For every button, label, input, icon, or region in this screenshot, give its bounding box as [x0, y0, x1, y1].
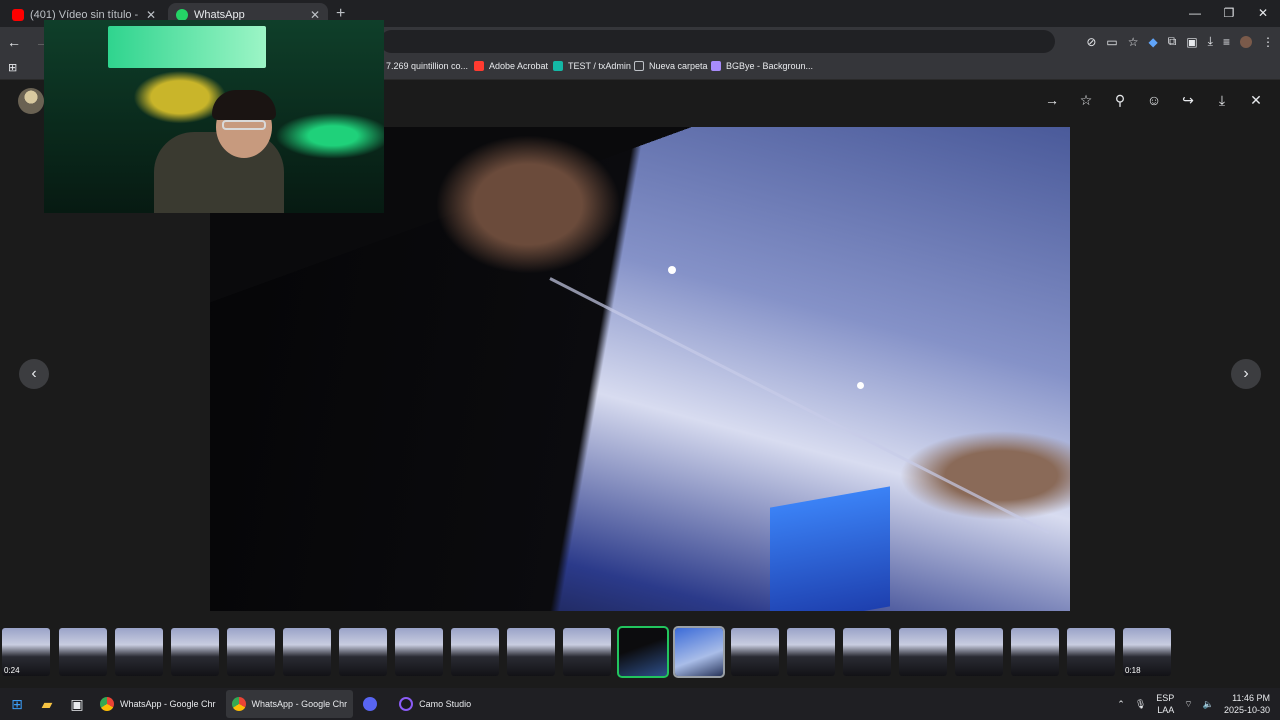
bookmark-star-icon[interactable]: ☆: [1128, 35, 1139, 49]
viewer-actions: → ☆ ⚲ ☺ ↪ ⤓ ✕: [1042, 92, 1266, 109]
next-media-button[interactable]: ›: [1231, 359, 1261, 389]
webcam-overlay: [44, 20, 384, 213]
wifi-icon[interactable]: ⌔: [1184, 699, 1192, 710]
tracking-protection-icon[interactable]: ⊘: [1086, 35, 1096, 49]
acrobat-icon: [474, 61, 484, 71]
profile-avatar[interactable]: [1240, 35, 1252, 48]
bookmark-item[interactable]: Nueva carpeta: [634, 61, 708, 71]
thumbnail[interactable]: [115, 628, 163, 676]
thumbnail[interactable]: [395, 628, 443, 676]
window-controls: — ❐ ✕: [1178, 0, 1280, 27]
thumbnail[interactable]: 0:24: [2, 628, 50, 676]
txadmin-icon: [553, 61, 563, 71]
address-bar[interactable]: [380, 30, 1055, 53]
thumbnail-selected[interactable]: [617, 626, 669, 678]
forward-icon[interactable]: ↪: [1178, 92, 1198, 109]
thumbnail[interactable]: [171, 628, 219, 676]
download-icon[interactable]: ⤓: [1212, 92, 1232, 109]
clock[interactable]: 11:46 PM 2025-10-30: [1224, 692, 1270, 716]
taskbar-app[interactable]: WhatsApp - Google Chr: [225, 690, 354, 718]
go-to-message-icon[interactable]: →: [1042, 92, 1062, 109]
ceiling-light: [857, 382, 864, 389]
chrome-icon: [231, 697, 246, 711]
chrome-icon: [100, 697, 114, 711]
ceiling-light: [668, 266, 676, 274]
monitor-glow: [108, 26, 266, 68]
volume-icon[interactable]: 🔈: [1203, 699, 1214, 710]
start-icon[interactable]: ⊞: [4, 691, 30, 717]
back-button[interactable]: ←: [0, 34, 28, 50]
thumbnail[interactable]: [283, 628, 331, 676]
bookmark-item[interactable]: BGBye - Backgroun...: [711, 61, 813, 71]
thumbnail[interactable]: [339, 628, 387, 676]
sender-avatar[interactable]: [18, 88, 44, 114]
star-icon[interactable]: ☆: [1076, 92, 1096, 109]
thumbnail[interactable]: [563, 628, 611, 676]
thumbnail[interactable]: [731, 628, 779, 676]
system-tray: ⌃ 🎙 ESP LAA ⌔ 🔈 11:46 PM 2025-10-30: [1117, 688, 1270, 720]
bookmark-item[interactable]: TEST / txAdmin: [553, 61, 631, 71]
taskbar-app[interactable]: WhatsApp - Google Chr: [94, 690, 222, 718]
app-icon[interactable]: ▣: [64, 691, 90, 717]
bgbye-icon: [711, 61, 721, 71]
pin-icon[interactable]: ⚲: [1110, 92, 1130, 109]
thumbnail[interactable]: [451, 628, 499, 676]
react-emoji-icon[interactable]: ☺: [1144, 92, 1164, 109]
streamer-hair: [212, 90, 276, 120]
discord-icon: [363, 697, 378, 711]
thumbnail[interactable]: 0:18: [1123, 628, 1171, 676]
ceiling-light-strip: [549, 277, 1050, 535]
thumbnail[interactable]: [1011, 628, 1059, 676]
thumbnail[interactable]: [59, 628, 107, 676]
shield-extension-icon[interactable]: ◆: [1149, 35, 1158, 49]
thumbnail[interactable]: [507, 628, 555, 676]
cast-icon[interactable]: ▭: [1106, 35, 1117, 49]
bookmark-item[interactable]: Adobe Acrobat: [474, 61, 548, 71]
downloads-icon[interactable]: ⤓: [1208, 34, 1213, 49]
thumbnail[interactable]: [899, 628, 947, 676]
extensions-icon[interactable]: ⧉: [1168, 34, 1177, 49]
toolbar-icons: ⊘ ▭ ☆ ◆ ⧉ ▣ ⤓ ≡ ⋮: [1086, 27, 1274, 56]
thumbnail[interactable]: [1067, 628, 1115, 676]
youtube-icon: [12, 9, 24, 21]
previous-media-button[interactable]: ‹: [19, 359, 49, 389]
camo-icon: [399, 697, 414, 711]
reading-list-icon[interactable]: ≡: [1223, 35, 1230, 49]
file-explorer-icon[interactable]: ▰: [34, 691, 60, 717]
video-duration: 0:18: [1125, 666, 1141, 675]
video-duration: 0:24: [4, 666, 20, 675]
apps-grid-icon[interactable]: ⊞: [8, 61, 17, 74]
thumbnail[interactable]: [227, 628, 275, 676]
streamer-glasses: [222, 120, 266, 130]
media-filmstrip: 0:24 0:18: [0, 620, 1280, 688]
thumbnail[interactable]: [843, 628, 891, 676]
close-window-button[interactable]: ✕: [1246, 0, 1280, 27]
bookmark-item[interactable]: 7.269 quintillion co...: [386, 61, 468, 71]
folder-icon: [634, 61, 644, 71]
close-viewer-icon[interactable]: ✕: [1246, 92, 1266, 109]
thumbnail[interactable]: [787, 628, 835, 676]
language-indicator[interactable]: ESP LAA: [1156, 692, 1174, 716]
chevron-up-icon[interactable]: ⌃: [1117, 699, 1125, 710]
minimize-button[interactable]: —: [1178, 0, 1212, 27]
thumbnail[interactable]: [673, 626, 725, 678]
sidebar-icon[interactable]: ▣: [1186, 35, 1197, 49]
windows-taskbar: ⊞ ▰ ▣ WhatsApp - Google Chr WhatsApp - G…: [0, 688, 1280, 720]
taskbar-app[interactable]: Camo Studio: [393, 690, 477, 718]
menu-icon[interactable]: ⋮: [1262, 35, 1274, 49]
thumbnail[interactable]: [955, 628, 1003, 676]
microphone-icon[interactable]: 🎙: [1135, 699, 1146, 710]
display-screen: [770, 486, 890, 611]
taskbar-app[interactable]: [357, 690, 389, 718]
restore-button[interactable]: ❐: [1212, 0, 1246, 27]
